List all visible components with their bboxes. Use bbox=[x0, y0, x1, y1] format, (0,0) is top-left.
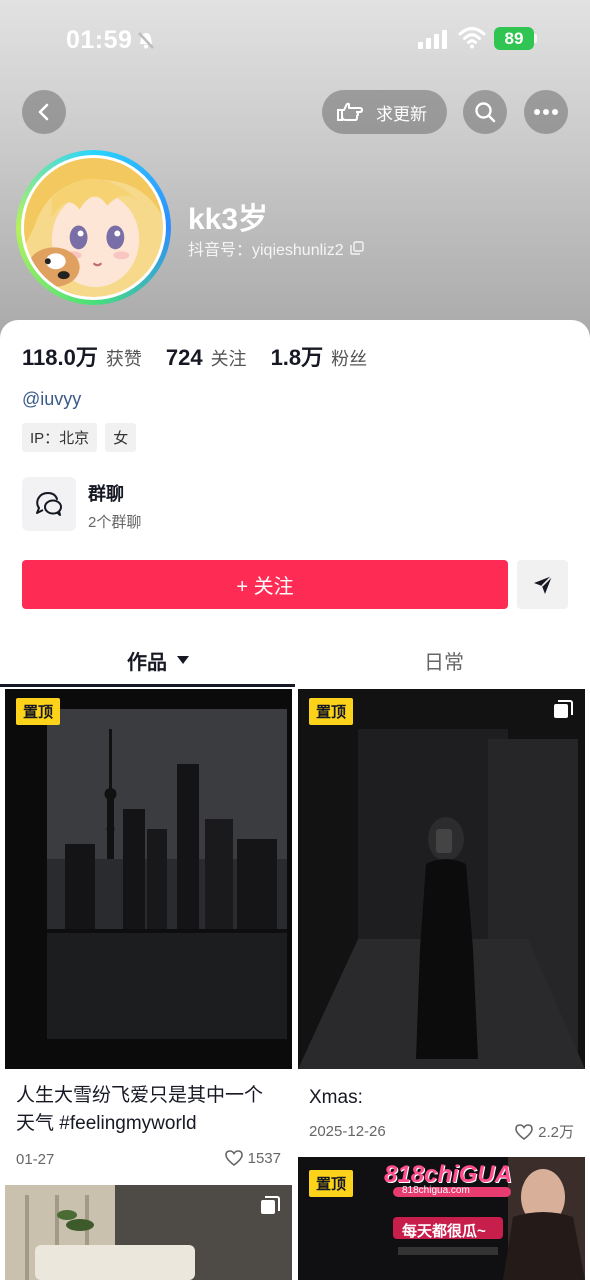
status-bar: 01:59 89 bbox=[0, 0, 590, 80]
post-title: Xmas: bbox=[309, 1087, 363, 1108]
back-button[interactable] bbox=[22, 90, 66, 134]
post-card[interactable]: 置顶 Xmas: 2025-12-26 2.2万 bbox=[298, 689, 585, 1151]
profile-tags: IP：北京 女 bbox=[22, 423, 137, 452]
chat-bubbles-icon bbox=[36, 491, 62, 516]
post-thumbnail[interactable] bbox=[5, 689, 292, 1069]
profile-handle-link[interactable]: @iuvyy bbox=[22, 389, 81, 410]
group-chat-title[interactable]: 群聊 bbox=[88, 480, 124, 506]
ad-slogan-text: 每天都很瓜~ bbox=[402, 1223, 486, 1240]
heart-icon bbox=[515, 1123, 533, 1140]
caret-down-icon[interactable] bbox=[177, 656, 189, 665]
chevron-left-icon bbox=[38, 103, 49, 121]
post-card[interactable]: 818chiGUA 818chigua.com 每天都很瓜~ 置顶 bbox=[298, 1157, 585, 1280]
post-likes-count: 1537 bbox=[247, 1149, 281, 1167]
douyin-id-text: 抖音号：yiqieshunliz2 bbox=[188, 242, 344, 259]
city-skyline-image bbox=[5, 689, 292, 1069]
anime-girl-avatar-image bbox=[24, 158, 163, 297]
wifi-icon bbox=[458, 27, 486, 49]
search-button[interactable] bbox=[463, 90, 507, 134]
post-date: 2025-12-26 bbox=[309, 1123, 386, 1140]
bell-muted-icon bbox=[138, 32, 154, 49]
post-likes[interactable]: 2.2万 bbox=[514, 1121, 574, 1142]
pointing-hand-icon bbox=[337, 102, 363, 121]
tab-daily[interactable]: 日常 bbox=[424, 646, 464, 675]
search-icon bbox=[475, 102, 496, 123]
post-thumbnail[interactable] bbox=[5, 1185, 292, 1280]
send-message-button[interactable] bbox=[517, 560, 568, 609]
pinned-badge: 置顶 bbox=[16, 698, 61, 725]
pinned-badge: 置顶 bbox=[309, 1170, 354, 1197]
active-tab-indicator bbox=[0, 684, 295, 687]
post-date: 01-27 bbox=[16, 1151, 55, 1168]
profile-nickname: kk3岁 bbox=[188, 203, 269, 236]
copy-icon[interactable] bbox=[349, 241, 364, 255]
douyin-id[interactable]: 抖音号：yiqieshunliz2 bbox=[188, 236, 364, 260]
ad-site-text: 818chigua.com bbox=[402, 1185, 470, 1196]
cellular-signal-icon bbox=[418, 30, 447, 49]
following-label: 关注 bbox=[210, 349, 247, 369]
group-chat-entry[interactable] bbox=[22, 477, 76, 531]
tab-works-label: 作品 bbox=[127, 652, 167, 674]
send-arrow-icon bbox=[533, 574, 553, 594]
tab-works[interactable]: 作品 bbox=[127, 646, 189, 675]
heart-icon bbox=[224, 1150, 243, 1167]
avatar[interactable] bbox=[16, 150, 171, 305]
gender-tag: 女 bbox=[105, 423, 137, 452]
request-update-button[interactable]: 求更新 bbox=[322, 90, 447, 134]
pinned-badge: 置顶 bbox=[309, 698, 354, 725]
dark-portrait-image bbox=[298, 689, 585, 1069]
following-count[interactable]: 724 bbox=[166, 345, 203, 371]
post-thumbnail[interactable] bbox=[298, 689, 585, 1069]
multi-image-icon bbox=[261, 1196, 280, 1214]
request-update-label: 求更新 bbox=[376, 104, 427, 124]
follow-button[interactable]: + 关注 bbox=[22, 560, 508, 609]
ip-location-tag: IP：北京 bbox=[22, 423, 98, 452]
post-card[interactable] bbox=[5, 1185, 292, 1280]
post-card[interactable]: 置顶 人生大雪纷飞爱只是其中一个天气 #feelingmyworld 01-27… bbox=[5, 689, 292, 1175]
profile-stats: 118.0万 获赞 724 关注 1.8万 粉丝 bbox=[22, 340, 391, 372]
interior-room-image bbox=[5, 1185, 292, 1280]
group-chat-count: 2个群聊 bbox=[88, 514, 142, 531]
likes-count[interactable]: 118.0万 bbox=[22, 340, 98, 372]
post-title: 人生大雪纷飞爱只是其中一个天气 #feelingmyworld bbox=[16, 1085, 264, 1134]
battery-tip bbox=[534, 34, 537, 43]
post-likes-count: 2.2万 bbox=[538, 1124, 574, 1141]
post-likes[interactable]: 1537 bbox=[224, 1149, 281, 1167]
followers-count[interactable]: 1.8万 bbox=[271, 340, 324, 372]
more-dots-icon bbox=[534, 109, 558, 115]
status-time: 01:59 bbox=[66, 26, 133, 54]
followers-label: 粉丝 bbox=[331, 349, 368, 369]
more-options-button[interactable] bbox=[524, 90, 568, 134]
multi-image-icon bbox=[554, 700, 573, 718]
battery-indicator: 89 bbox=[494, 27, 534, 50]
likes-label: 获赞 bbox=[105, 349, 142, 369]
